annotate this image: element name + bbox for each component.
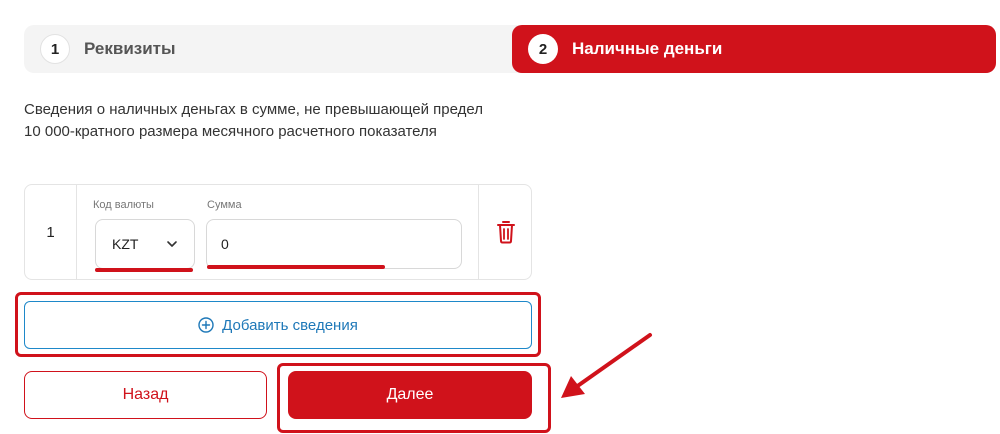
back-button[interactable]: Назад	[24, 371, 267, 419]
chevron-down-icon	[167, 241, 177, 247]
arrow-icon	[561, 333, 652, 398]
step-number: 1	[40, 34, 70, 64]
annotation-underline	[207, 265, 385, 269]
row-index: 1	[25, 185, 77, 279]
step-label: Наличные деньги	[572, 39, 723, 58]
annotation-underline	[95, 268, 193, 272]
next-button[interactable]: Далее	[288, 371, 532, 419]
stepper: 1 Реквизиты 2 Наличные деньги	[24, 25, 996, 73]
currency-select[interactable]: KZT	[95, 219, 195, 269]
add-info-button[interactable]: Добавить сведения	[24, 301, 532, 349]
delete-cell	[478, 185, 532, 279]
trash-icon[interactable]	[496, 220, 516, 244]
step-cash[interactable]: 2 Наличные деньги	[512, 25, 996, 73]
step-number: 2	[528, 34, 558, 64]
add-info-label: Добавить сведения	[222, 316, 358, 334]
amount-input[interactable]	[206, 219, 462, 269]
section-description: Сведения о наличных деньгах в сумме, не …	[24, 101, 483, 140]
currency-label: Код валюты	[93, 199, 154, 211]
step-label: Реквизиты	[84, 39, 176, 58]
plus-circle-icon	[198, 317, 214, 333]
amount-label: Сумма	[207, 199, 242, 211]
step-requisites[interactable]: 1 Реквизиты	[24, 25, 512, 73]
currency-value: KZT	[112, 236, 139, 252]
cash-entry-row: 1 Код валюты Сумма KZT	[24, 184, 532, 280]
